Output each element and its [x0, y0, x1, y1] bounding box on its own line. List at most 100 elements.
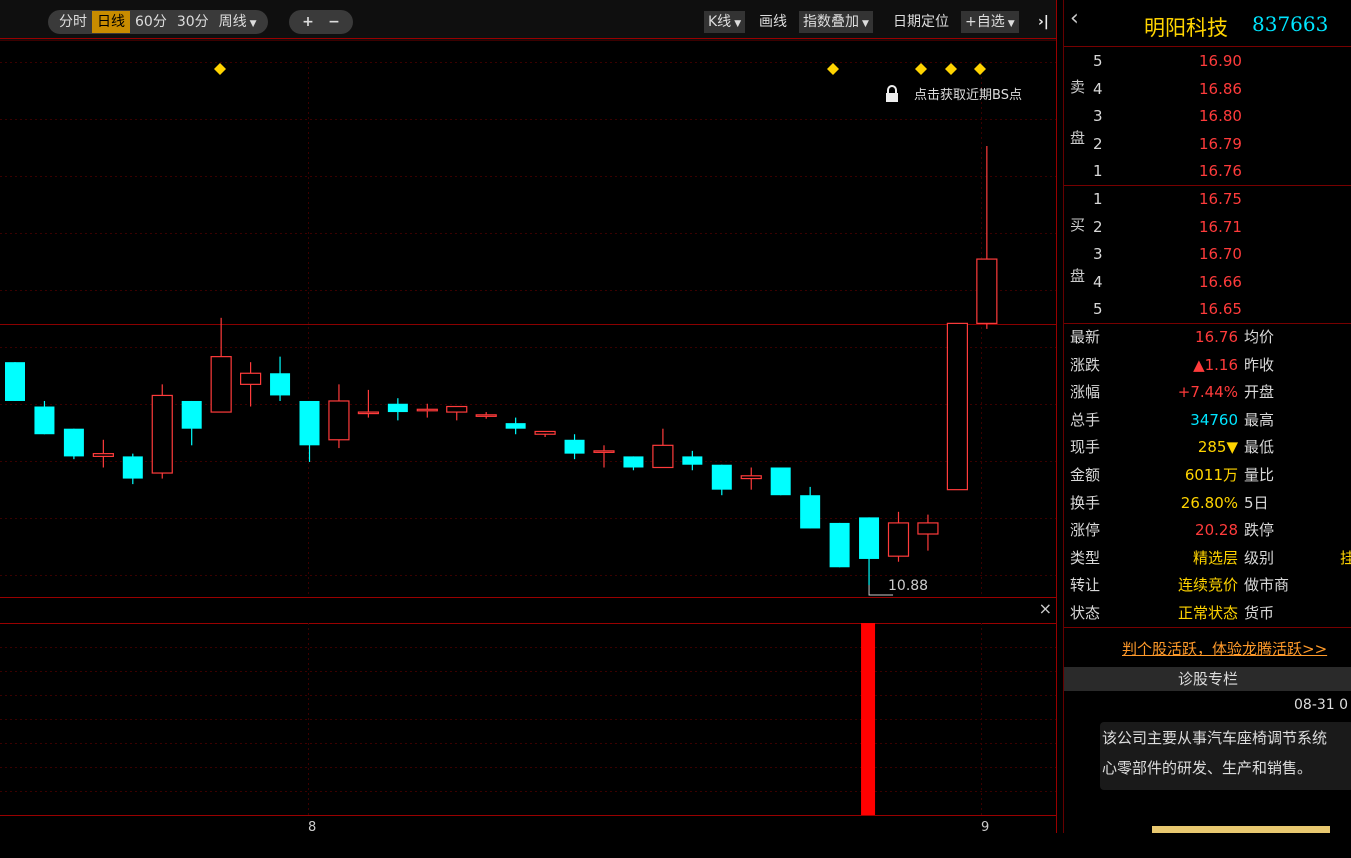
bs-marker[interactable]: [945, 63, 957, 75]
candle[interactable]: [210, 317, 232, 413]
order-level: 4: [1093, 79, 1103, 98]
stat-value: 16.76: [1195, 328, 1238, 346]
order-book-row[interactable]: 2 16.71: [1064, 214, 1351, 241]
candle[interactable]: [534, 430, 556, 438]
lock-icon: [886, 84, 898, 102]
candle-body: [534, 430, 556, 435]
zoom-out-button[interactable]: −: [323, 11, 345, 33]
bs-marker[interactable]: [214, 63, 226, 75]
stat-label: 总手: [1070, 410, 1101, 429]
order-price: 16.86: [1199, 79, 1242, 98]
volume-bar: [861, 623, 876, 815]
bs-marker[interactable]: [915, 63, 927, 75]
candle[interactable]: [976, 146, 998, 329]
order-book-row[interactable]: 5 16.90: [1064, 48, 1351, 75]
chart-toolbar: 分时 日线 60分 30分 周线 ▼ + − K线 ▼ 画线 指数叠加 ▼ 日期定位 …: [0, 0, 1056, 41]
candle[interactable]: [652, 428, 674, 469]
candle[interactable]: [770, 467, 791, 496]
candle[interactable]: [887, 511, 910, 562]
candle[interactable]: [416, 403, 438, 418]
candle[interactable]: [387, 398, 408, 421]
draw-button[interactable]: 画线: [755, 11, 791, 33]
candle-body: [151, 394, 173, 474]
candle[interactable]: [623, 456, 644, 471]
candle-body: [122, 456, 143, 479]
candle[interactable]: [240, 362, 262, 407]
collapse-panel-icon[interactable]: ›|: [1034, 11, 1053, 33]
candle[interactable]: [564, 434, 585, 460]
indicator-header: ×: [0, 597, 1056, 624]
candle-body: [240, 372, 262, 385]
quote-stat-row: 涨跌 ▲1.16 昨收: [1064, 352, 1351, 379]
candle[interactable]: [151, 384, 173, 479]
bs-marker[interactable]: [974, 63, 986, 75]
candle[interactable]: [829, 522, 850, 568]
candle[interactable]: [740, 467, 762, 490]
close-indicator-icon[interactable]: ×: [1039, 599, 1052, 618]
candle[interactable]: [357, 389, 379, 418]
back-icon[interactable]: ‹: [1070, 6, 1079, 31]
candle[interactable]: [34, 400, 55, 435]
order-book-row[interactable]: 4 16.66: [1064, 269, 1351, 296]
candlestick-chart[interactable]: 10.88: [0, 62, 1056, 597]
diagnosis-card[interactable]: 该公司主要从事汽车座椅调节系统 心零部件的研发、生产和销售。: [1100, 722, 1351, 790]
date-locate-button[interactable]: 日期定位: [889, 11, 953, 33]
order-book-row[interactable]: 2 16.79: [1064, 131, 1351, 158]
promo-link[interactable]: 判个股活跃，体验龙腾活跃>>: [1122, 638, 1327, 659]
candle[interactable]: [270, 356, 291, 401]
candle[interactable]: [122, 453, 143, 485]
period-60min[interactable]: 60分: [130, 11, 172, 33]
order-book-row[interactable]: 3 16.70: [1064, 241, 1351, 268]
candle[interactable]: [917, 514, 939, 551]
candle[interactable]: [800, 486, 821, 529]
candle[interactable]: [328, 384, 350, 449]
candle[interactable]: [299, 400, 320, 462]
action-button[interactable]: [1152, 826, 1330, 833]
stat-value: +7.44%: [1177, 383, 1238, 402]
candle[interactable]: [682, 450, 703, 471]
stat-value: 26.80%: [1180, 493, 1238, 512]
candle[interactable]: [475, 412, 497, 419]
candle[interactable]: [181, 400, 202, 446]
quote-stat-row: 换手 26.80% 5日: [1064, 490, 1351, 517]
candle[interactable]: [505, 417, 526, 435]
stat-label: 跌停: [1244, 521, 1275, 540]
candle-body: [270, 373, 291, 396]
quote-stat-row: 类型 精选层 级别 挂: [1064, 545, 1351, 572]
period-fenshi[interactable]: 分时: [54, 11, 92, 33]
order-book-row[interactable]: 4 16.86: [1064, 76, 1351, 103]
period-weekly[interactable]: 周线 ▼: [214, 11, 262, 33]
candle[interactable]: [711, 464, 732, 496]
period-30min[interactable]: 30分: [172, 11, 214, 33]
candle[interactable]: [63, 428, 84, 460]
candle[interactable]: [593, 445, 615, 468]
index-overlay-button[interactable]: 指数叠加 ▼: [799, 11, 873, 33]
quote-stat-row: 现手 285▼ 最低: [1064, 434, 1351, 461]
zoom-in-button[interactable]: +: [297, 11, 319, 33]
candle-body: [416, 408, 438, 412]
candle[interactable]: [92, 439, 114, 468]
bs-hint[interactable]: 点击获取近期BS点: [884, 84, 1022, 103]
order-book-row[interactable]: 3 16.80: [1064, 103, 1351, 130]
candle[interactable]: [859, 517, 880, 585]
order-level: 1: [1093, 190, 1103, 208]
order-book-row[interactable]: 1 16.75: [1064, 186, 1351, 213]
candle-body: [475, 414, 497, 417]
candle[interactable]: [446, 405, 468, 421]
candle[interactable]: [5, 362, 25, 401]
order-book-row[interactable]: 5 16.65: [1064, 296, 1351, 323]
add-watchlist-label: +自选: [965, 14, 1005, 30]
bs-marker[interactable]: [827, 63, 839, 75]
period-daily[interactable]: 日线: [92, 11, 130, 33]
order-level: 1: [1093, 162, 1103, 180]
volume-chart[interactable]: 8 9: [0, 623, 1056, 858]
stat-label: 状态: [1070, 604, 1101, 622]
order-book-row[interactable]: 1 16.76: [1064, 158, 1351, 185]
candle[interactable]: [946, 322, 969, 491]
candle-body: [5, 362, 25, 401]
add-watchlist-button[interactable]: +自选 ▼: [961, 11, 1019, 33]
stat-value: 连续竞价: [1177, 576, 1238, 595]
kline-menu-button[interactable]: K线 ▼: [704, 11, 746, 33]
order-price: 16.79: [1199, 134, 1242, 153]
stat-label: 量比: [1244, 466, 1275, 484]
